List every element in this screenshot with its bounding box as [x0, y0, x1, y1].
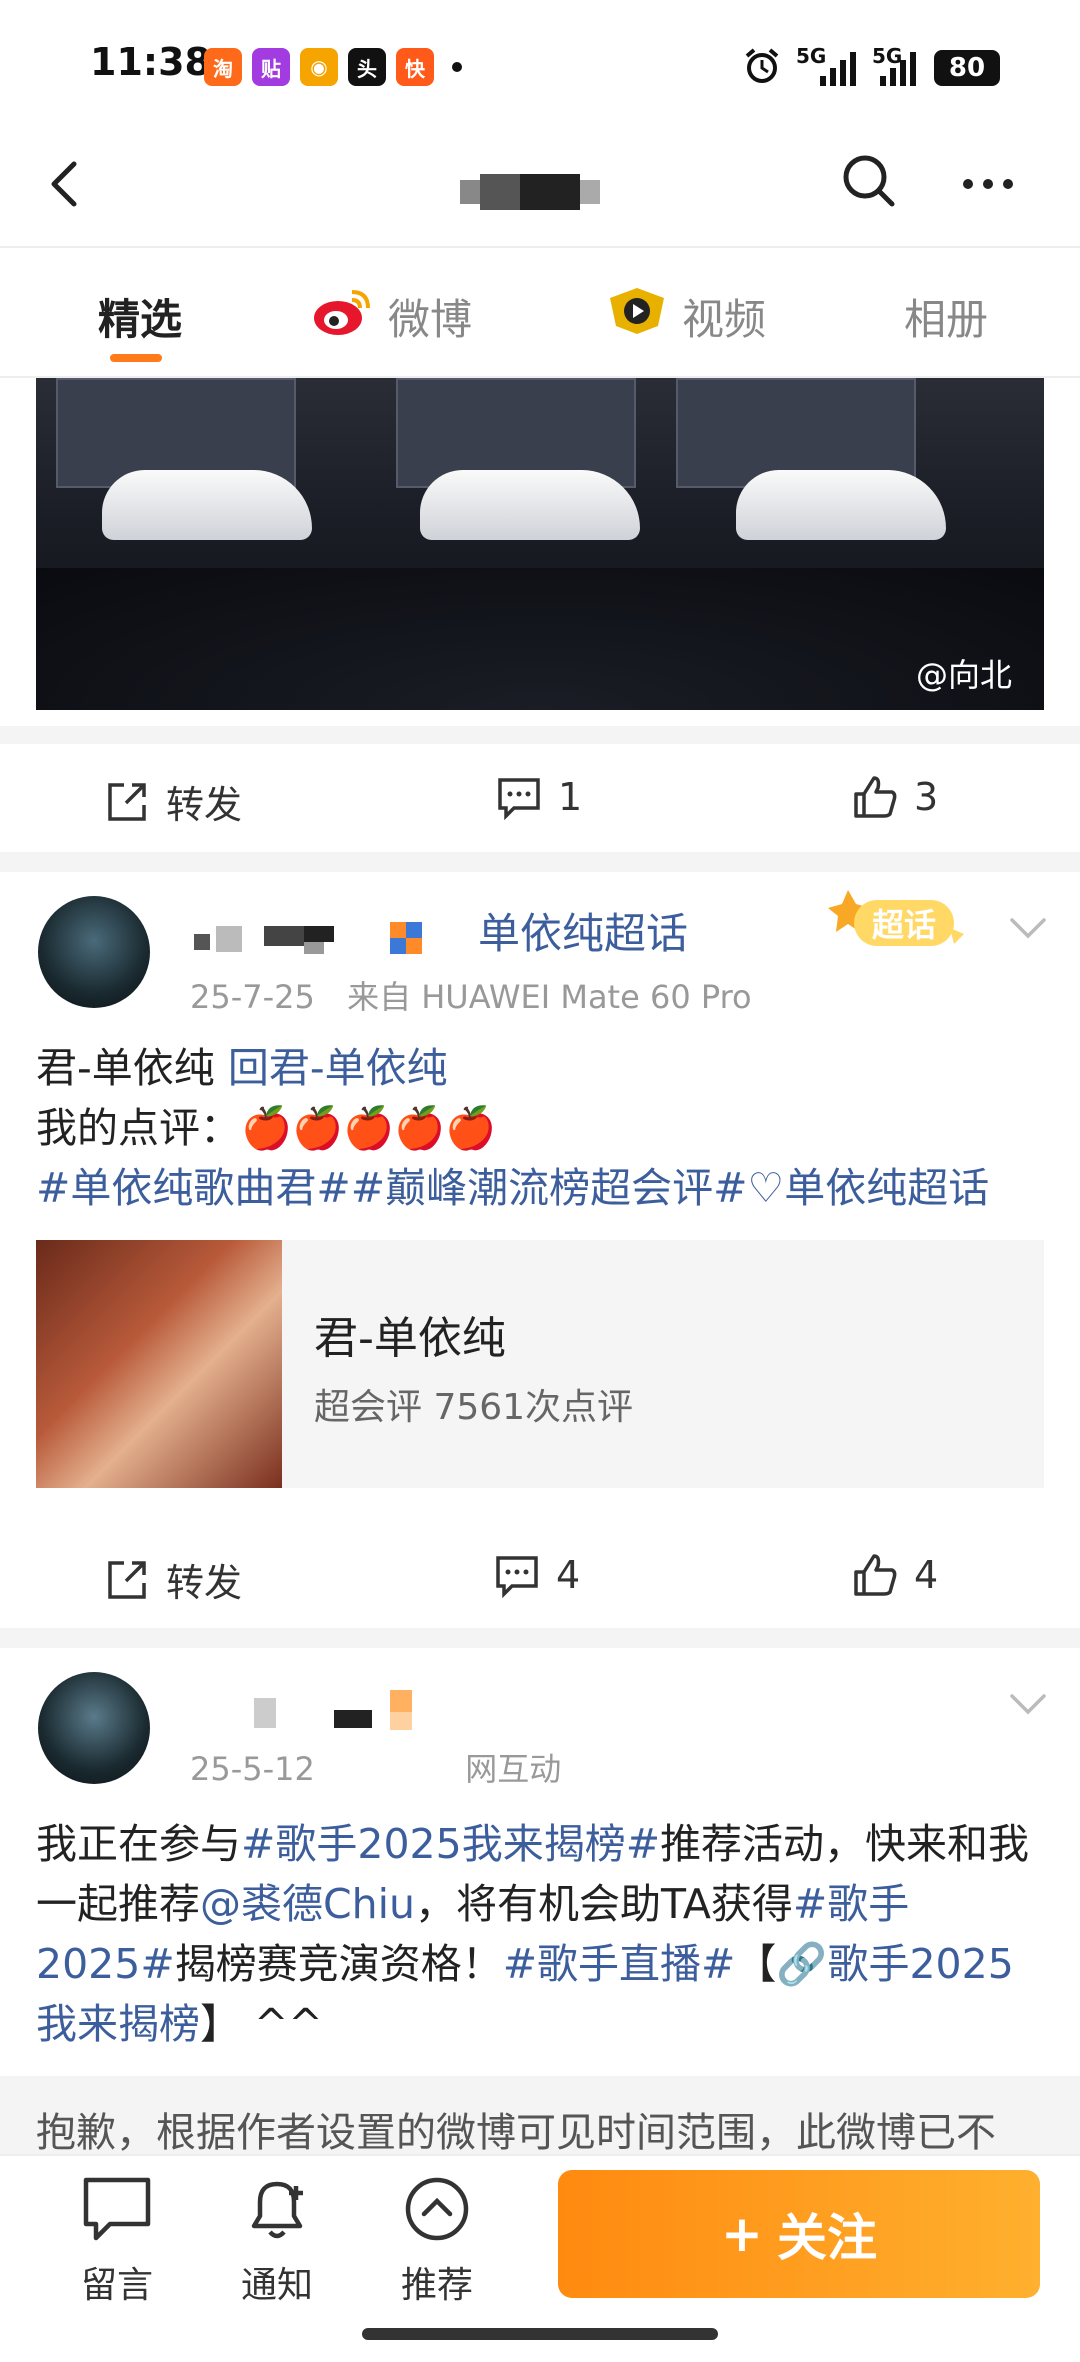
search-icon[interactable] — [838, 150, 900, 212]
follow-label: 关注 — [776, 2209, 877, 2267]
tab-video[interactable]: 视频 — [682, 286, 766, 347]
more-options-icon[interactable] — [958, 154, 1018, 214]
back-arrow-icon[interactable] — [38, 154, 98, 214]
divider — [0, 852, 1080, 872]
post-meta: 25-7-25 来自 HUAWEI Mate 60 Pro — [190, 972, 752, 1018]
home-indicator[interactable] — [362, 2328, 718, 2340]
supertopic-badge[interactable]: 超话 — [824, 882, 972, 956]
card-title: 君-单依纯 — [314, 1313, 506, 1364]
like-count: 3 — [914, 775, 939, 819]
notify-label: 通知 — [240, 2265, 313, 2306]
recommend-button[interactable]: 推荐 — [382, 2172, 492, 2308]
tieba-icon: 贴 — [252, 48, 290, 86]
post-date: 25-5-12 — [190, 1750, 315, 1788]
more-notifications-dot — [452, 62, 462, 72]
post-body: 我正在参与#歌手2025我来揭榜#推荐活动，快来和我一起推荐@裘德Chiu，将有… — [36, 1814, 1046, 2054]
repost-label: 转发 — [166, 1561, 243, 1605]
post-text: 】 ^^ — [200, 2000, 323, 2048]
plus-icon: + — [721, 2205, 763, 2263]
tab-album[interactable]: 相册 — [904, 286, 988, 347]
post-meta: 25-5-12 网互动 — [190, 1744, 561, 1790]
song-link[interactable]: 回君-单依纯 — [228, 1044, 448, 1092]
like-button[interactable]: 4 — [852, 1552, 938, 1598]
repost-icon — [108, 1560, 146, 1599]
post-text: ，将有机会助TA获得 — [415, 1880, 793, 1928]
post-text: 我正在参与 — [36, 1820, 241, 1868]
repost-icon — [108, 782, 146, 821]
post-text: 揭榜赛竞演资格！ — [174, 1940, 503, 1988]
avatar[interactable] — [38, 1672, 150, 1784]
post-source: 来自 HUAWEI Mate 60 Pro — [347, 978, 752, 1016]
post-body: 君-单依纯 回君-单依纯 我的点评：🍎🍎🍎🍎🍎 #单依纯歌曲君##巅峰潮流榜超会… — [36, 1038, 1046, 1218]
badge-label: 超话 — [872, 906, 937, 944]
comment-button[interactable]: 4 — [494, 1552, 580, 1598]
message-icon — [83, 2177, 151, 2241]
comment-tab-label: 留言 — [80, 2265, 153, 2306]
repost-label: 转发 — [166, 783, 243, 827]
comment-count: 4 — [556, 1553, 581, 1597]
comment-tab-button[interactable]: 留言 — [62, 2172, 172, 2308]
rating-label: 我的点评： — [36, 1104, 241, 1152]
tab-featured[interactable]: 精选 — [98, 286, 182, 347]
thumbs-up-icon — [854, 776, 897, 818]
mention-link[interactable]: @裘德Chiu — [200, 1880, 415, 1928]
repost-button[interactable]: 转发 — [104, 774, 242, 829]
comment-count: 1 — [558, 775, 583, 819]
divider — [0, 1628, 1080, 1648]
video-logo-icon — [610, 288, 664, 334]
hidden-post-text: 抱歉，根据作者设置的微博可见时间范围，此微博已不 — [36, 2110, 996, 2156]
active-tab-indicator — [110, 354, 162, 362]
taobao-icon: 淘 — [204, 48, 242, 86]
like-count: 4 — [914, 1553, 939, 1597]
song-review-card[interactable]: 君-单依纯 超会评 7561次点评 — [36, 1240, 1044, 1488]
username-blurred[interactable] — [244, 1690, 444, 1738]
signal-icon — [820, 52, 856, 86]
up-chevron-circle-icon — [405, 2177, 469, 2241]
hashtag-link[interactable]: #歌手2025我来揭榜# — [241, 1820, 660, 1868]
divider — [0, 726, 1080, 744]
profile-name-blurred — [460, 174, 606, 210]
battery-indicator: 80 — [934, 50, 1000, 86]
status-time: 11:38 — [90, 40, 211, 84]
toutiao-icon: 头 — [348, 48, 386, 86]
avatar[interactable] — [38, 896, 150, 1008]
chevron-down-icon[interactable] — [1006, 906, 1050, 950]
post-image-car-launch[interactable]: @向北 — [36, 378, 1044, 710]
chevron-down-icon[interactable] — [1006, 1682, 1050, 1726]
card-subtitle: 超会评 7561次点评 — [314, 1387, 634, 1428]
signal-icon-2 — [880, 52, 916, 86]
post-text: 【 — [735, 1940, 777, 1988]
supertopic-hashtag-link[interactable]: ♡单依纯超话 — [747, 1164, 989, 1212]
post-source: 网互动 — [465, 1750, 562, 1788]
kuaishou-icon: 快 — [396, 48, 434, 86]
like-button[interactable]: 3 — [852, 774, 938, 820]
member-badge-icon — [390, 922, 422, 954]
supertopic-link[interactable]: 单依纯超话 — [478, 900, 688, 961]
weibo-logo-icon — [314, 290, 370, 335]
post-text: 君-单依纯 — [36, 1044, 228, 1092]
tab-weibo[interactable]: 微博 — [388, 286, 472, 347]
follow-button[interactable]: + 关注 — [558, 2170, 1040, 2298]
album-cover-image — [36, 1240, 282, 1488]
weibo-notif-icon: ◉ — [300, 48, 338, 86]
comment-button[interactable]: 1 — [496, 774, 582, 820]
repost-button[interactable]: 转发 — [104, 1552, 242, 1607]
hashtag-link[interactable]: #巅峰潮流榜超会评# — [351, 1164, 748, 1212]
rating-apples: 🍎🍎🍎🍎🍎 — [241, 1104, 497, 1152]
alarm-icon — [745, 48, 779, 83]
hashtag-link[interactable]: #单依纯歌曲君# — [36, 1164, 351, 1212]
recommend-label: 推荐 — [400, 2265, 473, 2306]
post-date: 25-7-25 — [190, 978, 315, 1016]
comment-icon — [498, 778, 540, 820]
thumbs-up-icon — [854, 1554, 897, 1596]
comment-icon — [496, 1556, 538, 1598]
hashtag-link[interactable]: #歌手直播# — [503, 1940, 736, 1988]
image-watermark: @向北 — [916, 656, 1013, 694]
bell-plus-icon — [251, 2181, 303, 2239]
notify-button[interactable]: 通知 — [222, 2172, 332, 2308]
